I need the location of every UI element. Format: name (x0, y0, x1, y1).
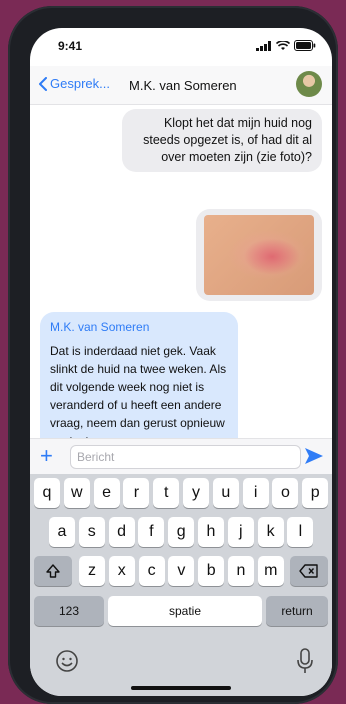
key[interactable]: b (198, 556, 225, 586)
photo-message[interactable] (196, 209, 322, 301)
wifi-icon (276, 40, 290, 50)
key[interactable]: n (228, 556, 254, 586)
outgoing-message: Klopt het dat mijn huid nog steeds opgez… (122, 109, 322, 172)
phone-frame: 9:41 Gesprek... M.K. van Someren Klopt h… (8, 6, 338, 704)
screen: 9:41 Gesprek... M.K. van Someren Klopt h… (30, 28, 332, 696)
key[interactable]: h (198, 517, 224, 547)
key[interactable]: o (272, 478, 299, 508)
battery-icon (294, 40, 316, 51)
keyboard: 123 spatie return qwertyuiop asdfghjkl zxc… (30, 474, 332, 696)
key[interactable]: p (302, 478, 329, 508)
shift-key[interactable] (34, 556, 72, 586)
key[interactable]: d (108, 517, 135, 547)
key[interactable]: k (257, 517, 284, 547)
key[interactable]: f (138, 517, 165, 547)
numbers-key[interactable]: 123 (34, 596, 104, 626)
key[interactable]: m (257, 556, 284, 586)
back-label: Gesprek... (50, 76, 110, 91)
skin-photo[interactable] (204, 215, 314, 295)
space-key[interactable]: spatie (108, 596, 262, 626)
avatar[interactable] (296, 71, 322, 97)
key[interactable]: i (242, 478, 269, 508)
status-bar: 9:41 (30, 28, 332, 66)
key[interactable]: j (227, 517, 254, 547)
key[interactable]: l (287, 517, 314, 547)
status-time: 9:41 (58, 39, 83, 53)
chevron-left-icon (39, 76, 47, 91)
shift-icon (46, 564, 60, 578)
emoji-icon[interactable] (55, 649, 79, 673)
key[interactable]: s (78, 517, 105, 547)
message-input[interactable]: Bericht (70, 445, 301, 469)
home-indicator (131, 686, 231, 690)
message-list[interactable]: Klopt het dat mijn huid nog steeds opgez… (30, 105, 332, 458)
key[interactable]: y (183, 478, 209, 508)
incoming-message: M.K. van Someren Dat is inderdaad niet g… (40, 312, 238, 458)
backspace-key[interactable] (290, 556, 328, 586)
key[interactable]: u (212, 478, 239, 508)
contact-name: M.K. van Someren (129, 78, 237, 93)
message-text: Dat is inderdaad niet gek. Vaak slinkt d… (50, 344, 227, 448)
message-composer: + Bericht (30, 438, 332, 475)
key[interactable]: e (93, 478, 120, 508)
backspace-icon (299, 564, 318, 578)
send-icon[interactable] (304, 447, 324, 465)
plus-icon[interactable]: + (40, 443, 53, 469)
signal-icon (256, 40, 271, 51)
key[interactable]: q (34, 478, 60, 508)
key[interactable]: c (138, 556, 165, 586)
message-sender: M.K. van Someren (50, 320, 150, 334)
key[interactable]: t (153, 478, 180, 508)
back-button[interactable]: Gesprek... (38, 76, 110, 91)
microphone-icon[interactable] (296, 648, 314, 674)
return-key[interactable]: return (266, 596, 328, 626)
key[interactable]: x (108, 556, 135, 586)
key[interactable]: r (123, 478, 150, 508)
key[interactable]: a (49, 517, 75, 547)
key[interactable]: z (79, 556, 105, 586)
chat-header: Gesprek... M.K. van Someren (30, 66, 332, 105)
key[interactable]: g (168, 517, 195, 547)
key[interactable]: v (168, 556, 195, 586)
key[interactable]: w (63, 478, 90, 508)
